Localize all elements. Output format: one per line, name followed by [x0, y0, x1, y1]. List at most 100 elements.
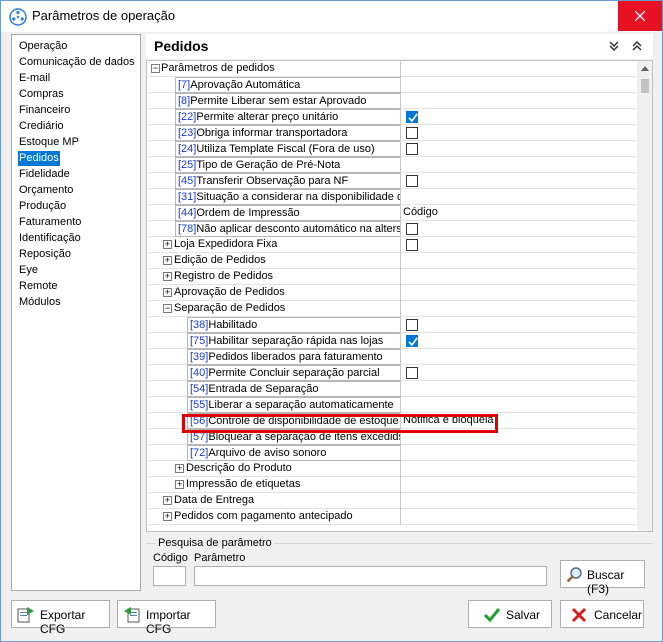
sidebar-item[interactable]: Comunicação de dados [18, 55, 136, 70]
sidebar-item[interactable]: Identificação [18, 231, 82, 246]
param-checkbox[interactable] [406, 367, 418, 379]
grid-row[interactable]: [54]Entrada de Separação [147, 381, 637, 397]
sidebar-item[interactable]: Orçamento [18, 183, 74, 198]
grid-row[interactable]: [57]Bloquear a separação de itens excedi… [147, 429, 637, 445]
cancel-button[interactable]: Cancelar [560, 600, 644, 628]
expand-icon[interactable]: + [163, 496, 172, 505]
sidebar-item[interactable]: Eye [18, 263, 39, 278]
sidebar-item[interactable]: Crediário [18, 119, 65, 134]
save-button[interactable]: Salvar [468, 600, 552, 628]
sidebar-item[interactable]: Financeiro [18, 103, 71, 118]
sidebar-item[interactable]: E-mail [18, 71, 51, 86]
param-checkbox[interactable] [406, 239, 418, 251]
param-value-cell[interactable] [400, 269, 637, 285]
param-value-cell[interactable] [400, 253, 637, 269]
expand-icon[interactable]: + [175, 480, 184, 489]
param-value-cell[interactable]: Código [400, 205, 637, 221]
sidebar-item[interactable]: Reposição [18, 247, 72, 262]
param-checkbox[interactable] [406, 127, 418, 139]
param-value-cell[interactable] [400, 397, 637, 413]
param-value-cell[interactable] [400, 429, 637, 445]
param-value-cell[interactable] [400, 221, 637, 237]
scrollbar-thumb[interactable] [641, 79, 649, 93]
expand-icon[interactable]: + [163, 272, 172, 281]
collapse-icon[interactable]: − [151, 64, 160, 73]
chevron-double-up-icon[interactable] [631, 40, 643, 52]
param-value-cell[interactable] [400, 93, 637, 109]
grid-row[interactable]: [31]Situação a considerar na disponibili… [147, 189, 637, 205]
expand-icon[interactable]: + [163, 240, 172, 249]
grid-row[interactable]: [38]Habilitado [147, 317, 637, 333]
sidebar-item[interactable]: Pedidos [18, 151, 60, 166]
param-checkbox[interactable] [406, 319, 418, 331]
param-value-cell[interactable] [400, 349, 637, 365]
sidebar-item[interactable]: Fidelidade [18, 167, 71, 182]
param-checkbox[interactable] [406, 335, 418, 347]
grid-row[interactable]: [72]Arquivo de aviso sonoro [147, 445, 637, 461]
grid-row[interactable]: [24]Utiliza Template Fiscal (Fora de uso… [147, 141, 637, 157]
param-value-cell[interactable] [400, 189, 637, 205]
sidebar-item[interactable]: Faturamento [18, 215, 82, 230]
param-value-cell[interactable]: Notifica e bloqueia [400, 413, 637, 429]
grid-row[interactable]: + Data de Entrega [147, 493, 637, 509]
sidebar-item[interactable]: Compras [18, 87, 65, 102]
sidebar-item[interactable]: Operação [18, 39, 68, 54]
param-value-cell[interactable] [400, 317, 637, 333]
param-value-cell[interactable] [400, 77, 637, 93]
search-button[interactable]: Buscar (F3) [560, 560, 645, 596]
grid-row[interactable]: [44]Ordem de Impressão Código [147, 205, 637, 221]
category-list[interactable]: Operação Comunicação de dados E-mail Compra… [11, 34, 141, 591]
grid-row[interactable]: + Registro de Pedidos [147, 269, 637, 285]
param-value-cell[interactable] [400, 477, 637, 493]
grid-row[interactable]: [55]Liberar a separação automaticamente [147, 397, 637, 413]
param-value-cell[interactable] [400, 157, 637, 173]
param-value-cell[interactable] [400, 237, 637, 253]
import-button[interactable]: Importar CFG [117, 600, 216, 636]
grid-row[interactable]: [56]Controle de disponibilidade de estoq… [147, 413, 637, 429]
grid-row[interactable]: + Edição de Pedidos [147, 253, 637, 269]
sidebar-item[interactable]: Estoque MP [18, 135, 80, 150]
param-value-cell[interactable] [400, 493, 637, 509]
expand-icon[interactable]: + [163, 512, 172, 521]
grid-row[interactable]: [39]Pedidos liberados para faturamento [147, 349, 637, 365]
grid-scrollbar[interactable] [637, 61, 652, 531]
param-value-cell[interactable] [400, 61, 637, 77]
sidebar-item[interactable]: Módulos [18, 295, 62, 310]
param-value-cell[interactable] [400, 381, 637, 397]
param-checkbox[interactable] [406, 111, 418, 123]
grid-row[interactable]: + Pedidos com pagamento antecipado [147, 509, 637, 525]
grid-row[interactable]: + Loja Expedidora Fixa [147, 237, 637, 253]
collapse-icon[interactable]: − [163, 304, 172, 313]
param-value-cell[interactable] [400, 333, 637, 349]
grid-row[interactable]: [75]Habilitar separação rápida nas lojas [147, 333, 637, 349]
grid-row[interactable]: + Aprovação de Pedidos [147, 285, 637, 301]
param-checkbox[interactable] [406, 223, 418, 235]
param-checkbox[interactable] [406, 175, 418, 187]
grid-row[interactable]: − Parâmetros de pedidos [147, 61, 637, 77]
export-button[interactable]: Exportar CFG [11, 600, 110, 636]
grid-row[interactable]: [78]Não aplicar desconto automático na a… [147, 221, 637, 237]
chevron-double-down-icon[interactable] [608, 40, 620, 52]
grid-row[interactable]: [40]Permite Concluir separação parcial [147, 365, 637, 381]
expand-icon[interactable]: + [163, 288, 172, 297]
param-value-cell[interactable] [400, 109, 637, 125]
grid-row[interactable]: [25]Tipo de Geração de Pré-Nota [147, 157, 637, 173]
code-input[interactable] [153, 566, 186, 586]
sidebar-item[interactable]: Produção [18, 199, 67, 214]
grid-row[interactable]: + Impressão de etiquetas [147, 477, 637, 493]
param-value-cell[interactable] [400, 285, 637, 301]
param-value-cell[interactable] [400, 461, 637, 477]
param-value-cell[interactable] [400, 141, 637, 157]
grid-row[interactable]: [7]Aprovação Automática [147, 77, 637, 93]
close-button[interactable] [618, 1, 662, 31]
sidebar-item[interactable]: Remote [18, 279, 59, 294]
param-value-cell[interactable] [400, 301, 637, 317]
grid-row[interactable]: [45]Transferir Observação para NF [147, 173, 637, 189]
param-value-cell[interactable] [400, 125, 637, 141]
grid-row[interactable]: [23]Obriga informar transportadora [147, 125, 637, 141]
param-checkbox[interactable] [406, 143, 418, 155]
param-value-cell[interactable] [400, 445, 637, 461]
grid-row[interactable]: − Separação de Pedidos [147, 301, 637, 317]
expand-icon[interactable]: + [175, 464, 184, 473]
grid-row[interactable]: [8]Permite Liberar sem estar Aprovado [147, 93, 637, 109]
